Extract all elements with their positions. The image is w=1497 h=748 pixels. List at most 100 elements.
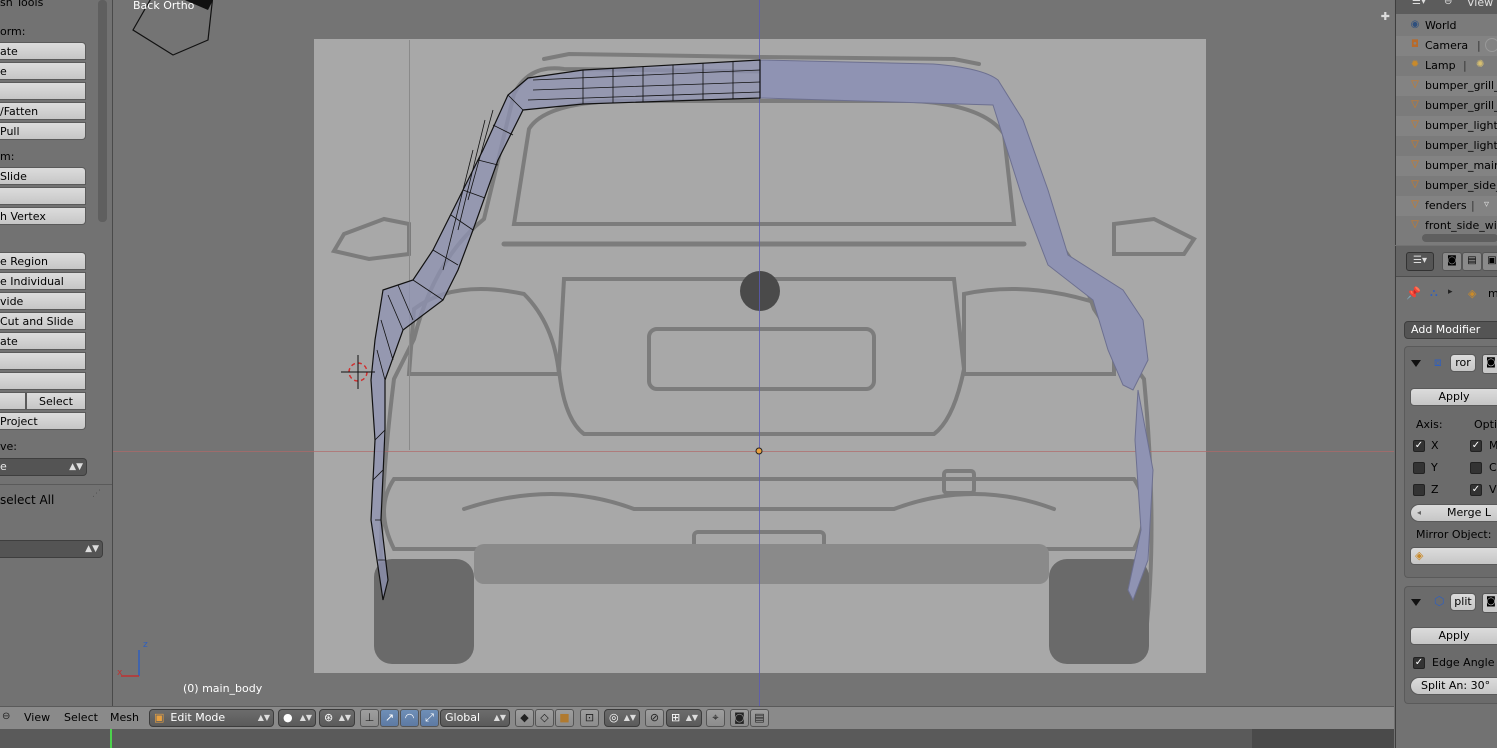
mode-dropdown[interactable]: ▣ Edit Mode ▲▼	[149, 709, 274, 727]
menu-select[interactable]: Select	[64, 711, 98, 724]
outliner-item-bumper-grill-c[interactable]: ▽ bumper_grill_c	[1396, 76, 1497, 96]
outliner-scrollbar[interactable]	[1422, 234, 1497, 242]
render-toggle-icon[interactable]: ◙	[1482, 593, 1497, 613]
add-modifier-dropdown[interactable]: Add Modifier	[1404, 321, 1497, 339]
remove-select[interactable]: e ▲▼	[0, 458, 87, 476]
arrow-left-icon: ◂	[1417, 508, 1422, 517]
lamp-data-icon[interactable]: ✺	[1476, 59, 1484, 70]
smooth-vertex-button[interactable]: h Vertex	[0, 207, 86, 225]
outliner-view-menu[interactable]: View	[1467, 0, 1493, 9]
timeline-strip[interactable]	[0, 729, 1394, 748]
outliner-item-world[interactable]: ◉ World	[1396, 16, 1497, 36]
collapse-triangle-icon[interactable]	[1411, 599, 1421, 606]
mesh-data-icon[interactable]: ▿	[1484, 199, 1489, 210]
mirror-object-field[interactable]: ◈	[1410, 547, 1497, 565]
axis-y-checkbox[interactable]	[1413, 462, 1425, 474]
axis-z-checkbox[interactable]	[1413, 484, 1425, 496]
option-vertex-groups-checkbox[interactable]: ✓	[1470, 484, 1482, 496]
editor-type-icon[interactable]: ☰▾	[1406, 252, 1434, 271]
screw-button[interactable]	[0, 372, 86, 390]
mirror-apply-button[interactable]: Apply	[1410, 388, 1497, 406]
collapse-icon[interactable]: ⊖	[1444, 0, 1452, 7]
resize-grip-icon[interactable]: ⋰	[92, 489, 106, 499]
push-pull-button[interactable]: Pull	[0, 122, 86, 140]
render-toggle-icon[interactable]: ◙	[1482, 354, 1497, 374]
option-clipping-label: C	[1489, 461, 1497, 474]
outliner-item-label: bumper_side_k	[1425, 179, 1497, 192]
translate-button[interactable]: ate	[0, 42, 86, 60]
collapse-triangle-icon[interactable]	[1411, 360, 1421, 367]
snap-toggle-icon[interactable]: ⊘	[645, 709, 664, 727]
option-clipping-checkbox[interactable]	[1470, 462, 1482, 474]
orientation-dropdown[interactable]: Global ▲▼	[440, 709, 510, 727]
rotate-button[interactable]: e	[0, 62, 86, 80]
menu-view[interactable]: View	[24, 711, 50, 724]
shrink-fatten-button[interactable]: /Fatten	[0, 102, 86, 120]
outliner-item-bumper-main[interactable]: ▽ bumper_main	[1396, 156, 1497, 176]
remove-select-value: e	[0, 460, 7, 473]
edge-select-icon[interactable]: ◇	[535, 709, 554, 727]
edge-angle-checkbox[interactable]: ✓	[1413, 657, 1425, 669]
spin-button[interactable]	[0, 352, 86, 370]
vertex-slide-button[interactable]	[0, 187, 86, 205]
edge-split-modifier-name[interactable]: plit	[1450, 593, 1476, 611]
limit-selection-icon[interactable]: ⊡	[580, 709, 599, 727]
camera-data-icon[interactable]	[1485, 38, 1497, 52]
outliner-item-bumper-light[interactable]: ▽ bumper_light	[1396, 116, 1497, 136]
remove-label: ve:	[0, 440, 17, 453]
mesh-icon: ▽	[1411, 79, 1419, 90]
scene-tab-icon[interactable]: ▣	[1482, 252, 1497, 271]
updown-arrow-icon: ▲▼	[69, 462, 83, 472]
scale-manipulator-icon[interactable]: ⤢	[420, 709, 439, 727]
operator-select[interactable]: ▲▼	[0, 540, 103, 558]
face-select-icon[interactable]: ■	[555, 709, 574, 727]
outliner-item-lamp[interactable]: ✹ Lamp | ✺	[1396, 56, 1497, 76]
merge-limit-field[interactable]: ◂ Merge L	[1410, 504, 1497, 522]
extrude-region-button[interactable]: e Region	[0, 252, 86, 270]
edit-mode-icon: ▣	[154, 711, 165, 724]
proportional-edit-dropdown[interactable]: ◎ ▲▼	[604, 709, 640, 727]
outliner-item-label: fenders	[1425, 199, 1467, 212]
render-animation-icon[interactable]: ▤	[750, 709, 769, 727]
render-tab-icon[interactable]: ◙	[1442, 252, 1462, 271]
current-frame-cursor[interactable]	[110, 729, 112, 748]
vertex-select-icon[interactable]: ◆	[515, 709, 534, 727]
option-merge-checkbox[interactable]: ✓	[1470, 440, 1482, 452]
3d-viewport[interactable]: Back Ortho z x (0) main_body ✚	[113, 0, 1394, 706]
outliner-item-bumper-light-r[interactable]: ▽ bumper_light_r	[1396, 136, 1497, 156]
duplicate-button[interactable]: ate	[0, 332, 86, 350]
knife-button[interactable]	[0, 392, 26, 410]
translate-manipulator-icon[interactable]: ↗	[380, 709, 399, 727]
outliner-item-label: Camera	[1425, 39, 1469, 52]
display-mode-icon[interactable]: ☰▾	[1412, 0, 1426, 7]
expand-plus-icon[interactable]: ✚	[1381, 10, 1390, 23]
loop-cut-slide-button[interactable]: Cut and Slide	[0, 312, 86, 330]
outliner-item-bumper-grill-s[interactable]: ▽ bumper_grill_s	[1396, 96, 1497, 116]
outliner-item-camera[interactable]: ◘ Camera |	[1396, 36, 1497, 56]
knife-select-button[interactable]: Select	[26, 392, 86, 410]
outliner-item-fenders[interactable]: ▽ fenders | ▿	[1396, 196, 1497, 216]
outliner-item-front-side-wind[interactable]: ▽ front_side_wind	[1396, 216, 1497, 236]
edge-slide-button[interactable]: Slide	[0, 167, 86, 185]
subdivide-button[interactable]: vide	[0, 292, 86, 310]
mirror-modifier-name[interactable]: ror	[1450, 354, 1476, 372]
scale-button[interactable]	[0, 82, 86, 100]
split-angle-field[interactable]: Split An: 30°	[1410, 677, 1497, 695]
snap-element-dropdown[interactable]: ⊞ ▲▼	[666, 709, 702, 727]
outliner-item-bumper-side-k[interactable]: ▽ bumper_side_k	[1396, 176, 1497, 196]
pin-icon[interactable]: 📌	[1406, 286, 1421, 300]
shading-dropdown[interactable]: ● ▲▼	[278, 709, 316, 727]
snap-target-icon[interactable]: ⌖	[706, 709, 725, 727]
edge-split-apply-button[interactable]: Apply	[1410, 627, 1497, 645]
menu-mesh[interactable]: Mesh	[110, 711, 139, 724]
axis-x-checkbox[interactable]: ✓	[1413, 440, 1425, 452]
tool-shelf-scrollbar[interactable]	[98, 0, 107, 222]
extrude-individual-button[interactable]: e Individual	[0, 272, 86, 290]
manipulator-toggle-icon[interactable]: ⊥	[360, 709, 379, 727]
render-layers-tab-icon[interactable]: ▤	[1462, 252, 1482, 271]
pivot-dropdown[interactable]: ⊛ ▲▼	[319, 709, 355, 727]
knife-project-button[interactable]: Project	[0, 412, 86, 430]
editor-type-icon[interactable]: ⊖	[2, 711, 10, 722]
rotate-manipulator-icon[interactable]: ◠	[400, 709, 419, 727]
render-still-icon[interactable]: ◙	[730, 709, 749, 727]
